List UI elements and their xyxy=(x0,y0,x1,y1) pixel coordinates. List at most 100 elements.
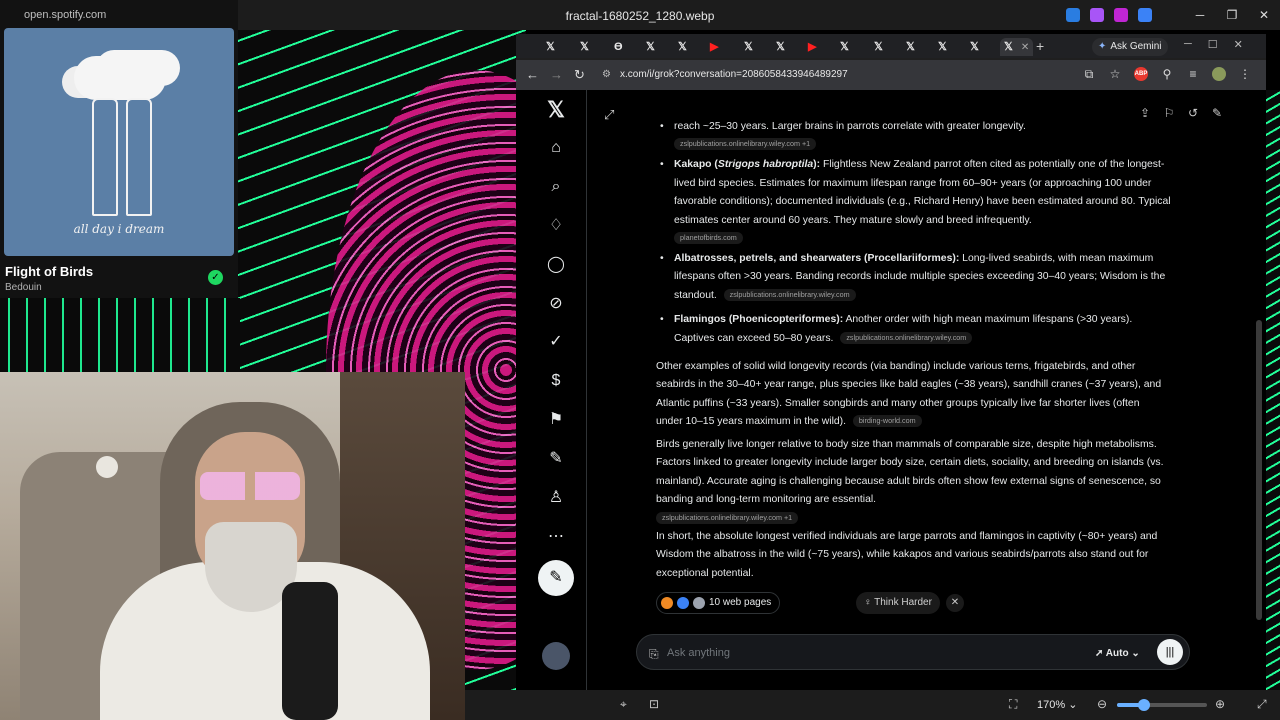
browser-tab[interactable]: 𝕏 xyxy=(776,38,785,56)
saved-check-icon[interactable]: ✓ xyxy=(208,270,223,285)
maximize-icon[interactable]: ❐ xyxy=(1216,0,1248,30)
fit-screen-icon[interactable]: ⛶ xyxy=(1009,697,1017,712)
grok-icon[interactable]: ⊘ xyxy=(544,292,568,316)
ask-gemini-button[interactable]: ✦ Ask Gemini xyxy=(1092,38,1168,56)
browser-tab[interactable]: 𝕏 xyxy=(744,38,753,56)
tab-close-icon[interactable]: ✕ xyxy=(1021,42,1029,53)
minimize-icon[interactable]: ─ xyxy=(1184,0,1216,30)
browser-tab[interactable]: ϴ xyxy=(614,38,623,56)
zoom-in-icon[interactable]: ⊕ xyxy=(1215,697,1225,711)
tray-app-icon[interactable] xyxy=(1138,8,1152,22)
attach-icon[interactable]: ⎘ xyxy=(649,645,659,663)
maximize-icon[interactable]: ☐ xyxy=(1208,38,1218,51)
webcam-feed xyxy=(0,372,465,720)
bookmarks-icon[interactable]: ⚑ xyxy=(544,408,568,432)
browser-tab[interactable]: 𝕏 xyxy=(970,38,979,56)
history-icon[interactable]: ↺ xyxy=(1186,104,1200,122)
ask-input[interactable] xyxy=(667,643,1047,663)
lists-icon[interactable]: ✎ xyxy=(544,447,568,471)
viewer-bottom-bar: ⌖ ⊡ ⛶ 170% ⌄ ⊖ ⊕ ⤢ xyxy=(465,690,1280,720)
think-harder-button[interactable]: ♀ Think Harder xyxy=(856,592,940,614)
album-cover[interactable]: all day i dream xyxy=(4,28,234,256)
bullet-title: Kakapo ( xyxy=(674,159,718,171)
browser-tab[interactable]: 𝕏 xyxy=(874,38,883,56)
adblock-icon[interactable]: ABP xyxy=(1134,67,1148,81)
tab-strip: 𝕏 𝕏 ϴ 𝕏 𝕏 ▶ 𝕏 𝕏 ▶ 𝕏 𝕏 𝕏 𝕏 𝕏 𝕏 ✕ + ✦ Ask Ge… xyxy=(516,34,1266,58)
tray-app-icon[interactable] xyxy=(1114,8,1128,22)
minimize-icon[interactable]: ─ xyxy=(1184,38,1192,51)
mode-selector[interactable]: ➚ Auto ⌄ xyxy=(1095,645,1140,663)
sidebar-divider xyxy=(586,90,587,690)
page-scrollbar[interactable] xyxy=(1256,320,1262,620)
browser-tab[interactable]: 𝕏 xyxy=(646,38,655,56)
window-controls: ─ ❐ ✕ xyxy=(1184,0,1280,30)
zoom-slider[interactable] xyxy=(1117,699,1207,711)
wallpaper-edge xyxy=(1266,90,1280,690)
source-chip[interactable]: zslpublications.onlinelibrary.wiley.com xyxy=(723,289,856,302)
ask-gemini-label: Ask Gemini xyxy=(1110,41,1162,52)
bullet-title: Flamingos (Phoenicopteriformes): xyxy=(674,314,844,326)
browser-menu-icon[interactable]: ⋮ xyxy=(1238,67,1252,81)
forward-icon[interactable]: → xyxy=(550,67,563,82)
zoom-out-icon[interactable]: ⊖ xyxy=(1097,697,1107,711)
active-tab[interactable]: 𝕏 ✕ xyxy=(1000,38,1034,56)
close-icon[interactable]: ✕ xyxy=(1248,0,1280,30)
extensions-icon[interactable]: ⚲ xyxy=(1160,67,1174,81)
browser-tab[interactable]: 𝕏 xyxy=(678,38,687,56)
track-title[interactable]: Flight of Birds xyxy=(5,264,93,279)
close-icon[interactable]: ✕ xyxy=(1234,38,1243,51)
notifications-icon[interactable]: ♢ xyxy=(544,214,568,238)
compose-post-button[interactable]: ✎ xyxy=(538,560,574,596)
browser-tab[interactable]: 𝕏 xyxy=(906,38,915,56)
answer-paragraph: In short, the absolute longest verified … xyxy=(656,528,1166,583)
new-tab-icon[interactable]: + xyxy=(1036,38,1044,54)
youtube-tab[interactable]: ▶ xyxy=(808,38,816,56)
browser-tab[interactable]: 𝕏 xyxy=(546,38,555,56)
new-chat-icon[interactable]: ✎ xyxy=(1210,104,1224,122)
source-chip[interactable]: birding-world.com xyxy=(852,415,922,428)
x-logo-icon[interactable]: 𝕏 xyxy=(544,98,568,122)
track-artist[interactable]: Bedouin xyxy=(5,282,42,293)
media-control-icon[interactable]: ≡ xyxy=(1186,67,1200,81)
source-chip[interactable]: zslpublications.onlinelibrary.wiley.com … xyxy=(656,511,799,524)
youtube-tab[interactable]: ▶ xyxy=(710,38,718,56)
back-icon[interactable]: ← xyxy=(526,67,539,82)
source-chip[interactable]: zslpublications.onlinelibrary.wiley.com xyxy=(840,331,973,344)
verified-icon[interactable]: ✓ xyxy=(544,330,568,354)
address-bar[interactable]: ⚙ x.com/i/grok?conversation=208605843394… xyxy=(598,64,1058,86)
expand-icon[interactable]: ⤢ xyxy=(604,106,614,124)
site-info-icon[interactable]: ⚙ xyxy=(602,64,611,86)
cloud-illustration xyxy=(74,56,166,100)
home-icon[interactable]: ⌂ xyxy=(544,136,568,160)
install-app-icon[interactable]: ⧉ xyxy=(1082,67,1096,81)
album-caption: all day i dream xyxy=(73,222,165,236)
info-icon[interactable]: ⊡ xyxy=(649,697,659,711)
list-item: Flamingos (Phoenicopteriformes): Another… xyxy=(660,311,1174,348)
profile-avatar[interactable] xyxy=(1212,67,1226,81)
source-chip[interactable]: zslpublications.onlinelibrary.wiley.com … xyxy=(674,138,817,151)
dismiss-suggestion-icon[interactable]: ✕ xyxy=(946,594,964,612)
source-chip[interactable]: planetofbirds.com xyxy=(674,232,743,245)
browser-tab[interactable]: 𝕏 xyxy=(840,38,849,56)
zoom-slider-knob[interactable] xyxy=(1138,699,1150,711)
browser-tab[interactable]: 𝕏 xyxy=(580,38,589,56)
account-avatar[interactable] xyxy=(542,642,570,670)
more-icon[interactable]: ⋯ xyxy=(544,525,568,549)
browser-tab[interactable]: 𝕏 xyxy=(938,38,947,56)
reload-icon[interactable]: ↻ xyxy=(574,67,585,83)
answer-paragraph: Other examples of solid wild longevity r… xyxy=(656,358,1166,432)
search-icon[interactable]: ⌕ xyxy=(544,175,568,199)
zoom-level[interactable]: 170% ⌄ xyxy=(1037,698,1077,711)
messages-icon[interactable]: ◯ xyxy=(544,253,568,277)
answer-bullets: reach ~25–30 years. Larger brains in par… xyxy=(660,118,1174,354)
tray-app-icon[interactable] xyxy=(1066,8,1080,22)
voice-mode-icon[interactable]: ||| xyxy=(1157,639,1183,665)
fullscreen-icon[interactable]: ⤢ xyxy=(1257,697,1267,712)
tray-app-icon[interactable] xyxy=(1090,8,1104,22)
sources-button[interactable]: 10 web pages xyxy=(656,592,781,614)
crop-icon[interactable]: ⌖ xyxy=(620,697,627,712)
profile-icon[interactable]: ♙ xyxy=(544,486,568,510)
screen: fractal-1680252_1280.webp ─ ❐ ✕ open.spo… xyxy=(0,0,1280,720)
money-icon[interactable]: $ xyxy=(544,369,568,393)
bookmark-star-icon[interactable]: ☆ xyxy=(1108,67,1122,81)
